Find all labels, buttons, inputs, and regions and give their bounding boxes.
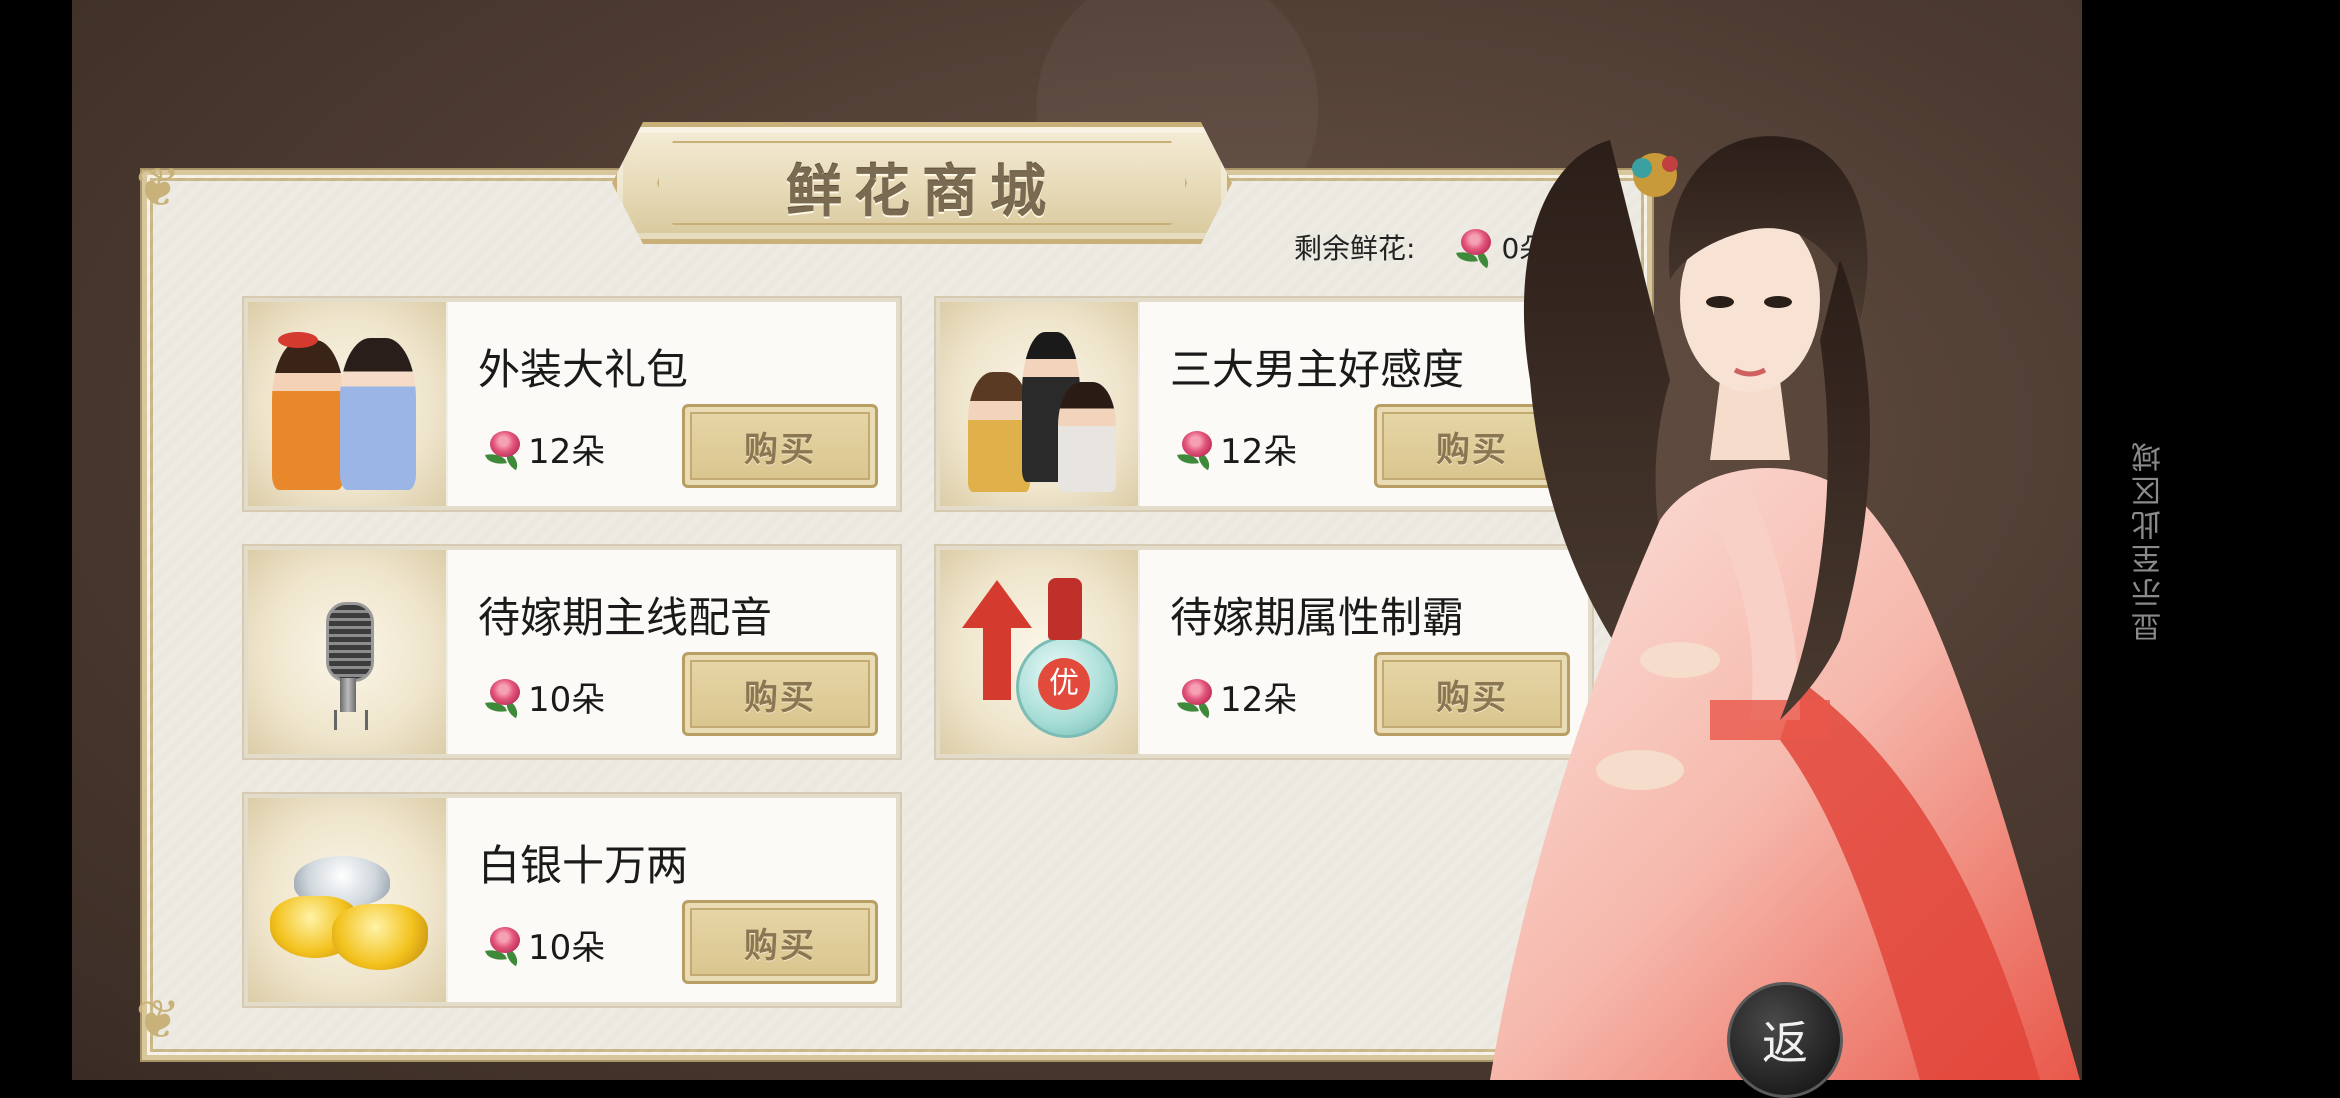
shop-item-card: 待嫁期主线配音 10朵 购买 [244, 546, 900, 758]
title-plate: 鲜花商城 [612, 122, 1232, 244]
price-text: 10朵 [528, 928, 606, 968]
buy-button[interactable]: 购买 [682, 900, 878, 984]
item-price: 10朵 [484, 920, 605, 969]
outfit-pack-image [248, 302, 446, 506]
item-name: 待嫁期主线配音 [478, 593, 773, 642]
rose-icon [1176, 677, 1216, 718]
character-portrait [1280, 80, 2080, 1080]
back-button[interactable]: 返 [1727, 982, 1843, 1098]
rose-icon [1176, 429, 1216, 470]
side-strip [2082, 0, 2340, 1080]
price-text: 10朵 [528, 680, 606, 720]
corner-ornament-icon: ❦ [135, 156, 181, 219]
item-name: 外装大礼包 [478, 345, 689, 394]
shop-item-card: 白银十万两 10朵 购买 [244, 794, 900, 1006]
shop-title: 鲜花商城 [786, 159, 1058, 225]
item-name: 白银十万两 [478, 841, 689, 890]
microphone-icon [248, 550, 446, 754]
rose-icon [484, 677, 524, 718]
silver-ingot-icon [248, 798, 446, 1002]
shop-item-card: 外装大礼包 12朵 购买 [244, 298, 900, 510]
rose-icon [484, 429, 524, 470]
display-boundary-note: 显示至此区域 [2132, 438, 2167, 642]
rose-icon [484, 925, 524, 966]
buy-button[interactable]: 购买 [682, 404, 878, 488]
attribute-potion-icon: 优 [940, 550, 1138, 754]
buy-button[interactable]: 购买 [682, 652, 878, 736]
male-leads-image [940, 302, 1138, 506]
item-price: 10朵 [484, 672, 605, 721]
corner-ornament-icon: ❦ [135, 988, 181, 1051]
price-text: 12朵 [528, 432, 606, 472]
item-price: 12朵 [484, 424, 605, 473]
